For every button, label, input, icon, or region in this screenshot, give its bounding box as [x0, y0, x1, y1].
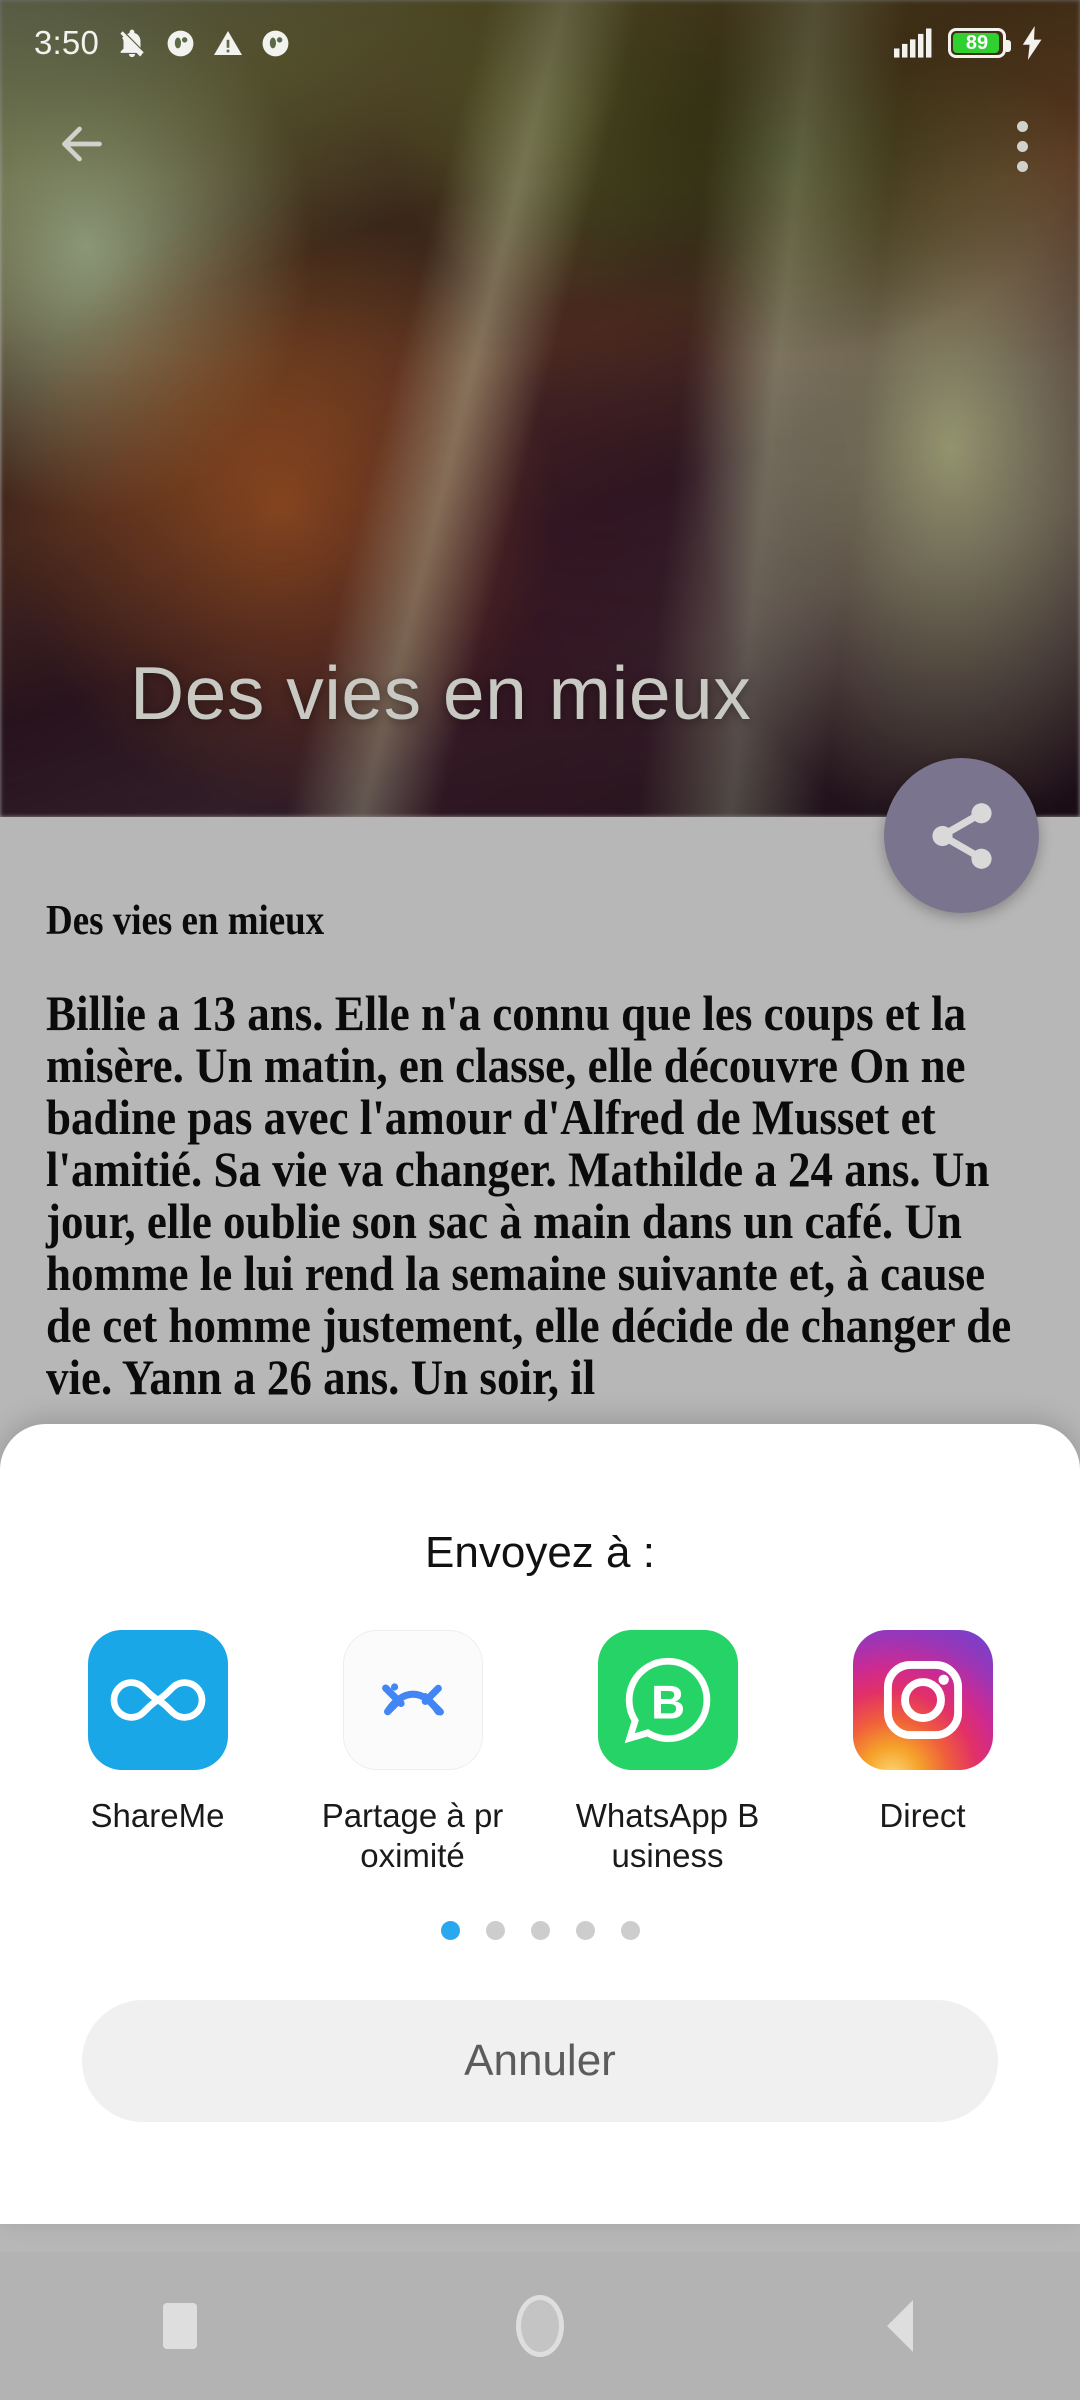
share-sheet: Envoyez à : ShareMe Partage à proximité …	[0, 1424, 1080, 2224]
square-recents-icon	[163, 2303, 197, 2349]
android-nav-bar	[0, 2252, 1080, 2400]
overflow-menu-button[interactable]	[1017, 120, 1028, 172]
share-icon	[931, 802, 992, 869]
article-content: Des vies en mieux Billie a 13 ans. Elle …	[0, 817, 1080, 1417]
three-dot-menu-icon	[1017, 140, 1028, 152]
shareme-infinity-icon	[87, 1630, 228, 1770]
share-target-label: ShareMe	[90, 1797, 225, 1834]
share-sheet-title: Envoyez à :	[425, 1528, 655, 1577]
app-notification-icon	[262, 30, 289, 56]
three-dot-menu-icon	[1017, 120, 1028, 132]
share-target-whatsapp-business[interactable]: B WhatsApp Business	[540, 1630, 795, 1875]
page-dot[interactable]	[620, 1921, 640, 1941]
article-body: Billie a 13 ans. Elle n'a connu que les …	[46, 985, 1012, 1405]
instagram-direct-icon	[852, 1630, 993, 1770]
warning-triangle-icon	[214, 31, 243, 55]
page-indicator	[0, 1921, 1080, 1941]
status-clock: 3:50	[34, 24, 100, 61]
share-target-shareme[interactable]: ShareMe	[30, 1630, 285, 1875]
battery-percent: 89	[965, 32, 989, 54]
app-bar	[0, 86, 1080, 206]
three-dot-menu-icon	[1017, 160, 1028, 172]
signal-bars-icon	[894, 28, 932, 58]
recents-button[interactable]	[120, 2303, 240, 2349]
share-target-nearby[interactable]: Partage à proximité	[285, 1630, 540, 1875]
circle-home-icon	[516, 2295, 564, 2357]
share-target-instagram-direct[interactable]: Direct	[795, 1630, 1050, 1875]
article-title: Des vies en mieux	[46, 898, 325, 944]
share-fab-button[interactable]	[884, 758, 1039, 913]
whatsapp-business-icon: B	[597, 1630, 738, 1770]
status-bar-right: 89	[894, 26, 1046, 60]
share-target-label: Direct	[879, 1797, 966, 1834]
page-dot[interactable]	[530, 1921, 550, 1941]
hero-title: Des vies en mieux	[130, 651, 752, 735]
share-target-list: ShareMe Partage à proximité B WhatsApp B…	[0, 1578, 1080, 1875]
phone-screen: 3:50 89 Des vies en mieux Des vies en mi…	[0, 0, 1080, 2400]
back-arrow-icon	[62, 126, 102, 161]
share-target-label: Partage à proximité	[321, 1797, 504, 1874]
svg-text:B: B	[650, 1676, 684, 1729]
share-target-label: WhatsApp Business	[575, 1797, 760, 1874]
triangle-back-icon	[887, 2300, 913, 2352]
nearby-share-icon	[342, 1630, 483, 1770]
back-button[interactable]	[52, 114, 112, 179]
cancel-button[interactable]: Annuler	[82, 2000, 998, 2123]
status-bar-left: 3:50	[34, 24, 291, 62]
battery-indicator: 89	[948, 28, 1011, 58]
back-nav-button[interactable]	[840, 2300, 960, 2352]
page-dot[interactable]	[575, 1921, 595, 1941]
page-dot[interactable]	[440, 1921, 460, 1941]
status-bar: 3:50 89	[0, 0, 1080, 86]
vibrate-off-icon	[120, 29, 144, 58]
app-notification-icon	[167, 30, 194, 56]
page-dot[interactable]	[485, 1921, 505, 1941]
lightning-bolt-icon	[1022, 26, 1042, 60]
home-button[interactable]	[480, 2295, 600, 2357]
